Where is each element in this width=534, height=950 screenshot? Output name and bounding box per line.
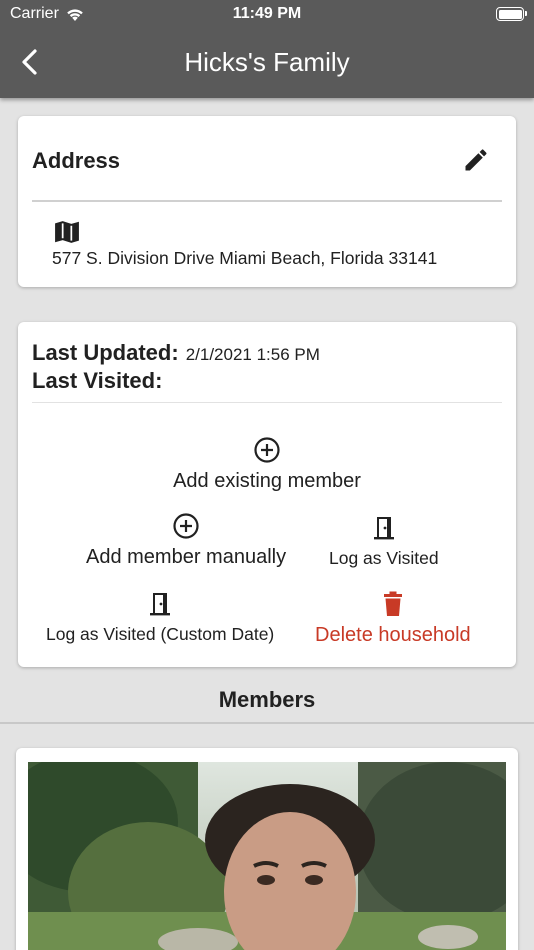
door-icon (150, 593, 171, 616)
battery-level (498, 9, 522, 19)
delete-household-label: Delete household (315, 624, 471, 646)
map-icon[interactable] (54, 220, 80, 244)
household-actions-card: Last Updated: 2/1/2021 1:56 PM Last Visi… (18, 322, 516, 667)
status-bar: Carrier 11:49 PM (0, 0, 534, 30)
address-text[interactable]: 577 S. Division Drive Miami Beach, Flori… (52, 248, 437, 269)
last-visited-row: Last Visited: (32, 368, 162, 394)
add-circle-icon (173, 513, 199, 539)
trash-icon (383, 591, 402, 616)
address-divider (32, 200, 502, 202)
log-visited-button[interactable]: Log as Visited (329, 514, 439, 569)
info-divider (32, 402, 502, 403)
status-time: 11:49 PM (232, 5, 302, 22)
members-divider (0, 722, 534, 724)
last-visited-label: Last Visited: (32, 368, 163, 393)
log-visited-custom-date-label: Log as Visited (Custom Date) (46, 624, 275, 644)
log-visited-label: Log as Visited (329, 548, 439, 568)
address-card: Address 577 S. Division Drive Miami Beac… (18, 116, 516, 287)
address-title: Address (32, 148, 121, 173)
delete-household-button[interactable]: Delete household (315, 590, 471, 647)
add-member-manually-label: Add member manually (86, 546, 287, 568)
member-photo-image (28, 762, 506, 950)
add-existing-member-label: Add existing member (173, 470, 361, 492)
last-updated-label: Last Updated: (32, 340, 179, 365)
door-icon (373, 517, 394, 540)
add-member-manually-button[interactable]: Add member manually (86, 512, 286, 569)
battery-icon (496, 7, 527, 21)
pencil-icon (465, 149, 487, 171)
add-existing-member-button[interactable]: Add existing member (18, 436, 516, 493)
edit-address-button[interactable] (462, 146, 490, 174)
app-bar: Carrier 11:49 PM Hicks's Family (0, 0, 534, 98)
page-title: Hicks's Family (184, 47, 350, 77)
log-visited-custom-date-button[interactable]: Log as Visited (Custom Date) (46, 590, 274, 645)
last-updated-row: Last Updated: 2/1/2021 1:56 PM (32, 340, 320, 366)
member-card[interactable] (16, 748, 518, 950)
members-heading: Members (218, 687, 316, 712)
last-updated-value: 2/1/2021 1:56 PM (185, 345, 320, 364)
member-photo[interactable] (28, 762, 506, 950)
add-circle-icon (254, 437, 280, 463)
